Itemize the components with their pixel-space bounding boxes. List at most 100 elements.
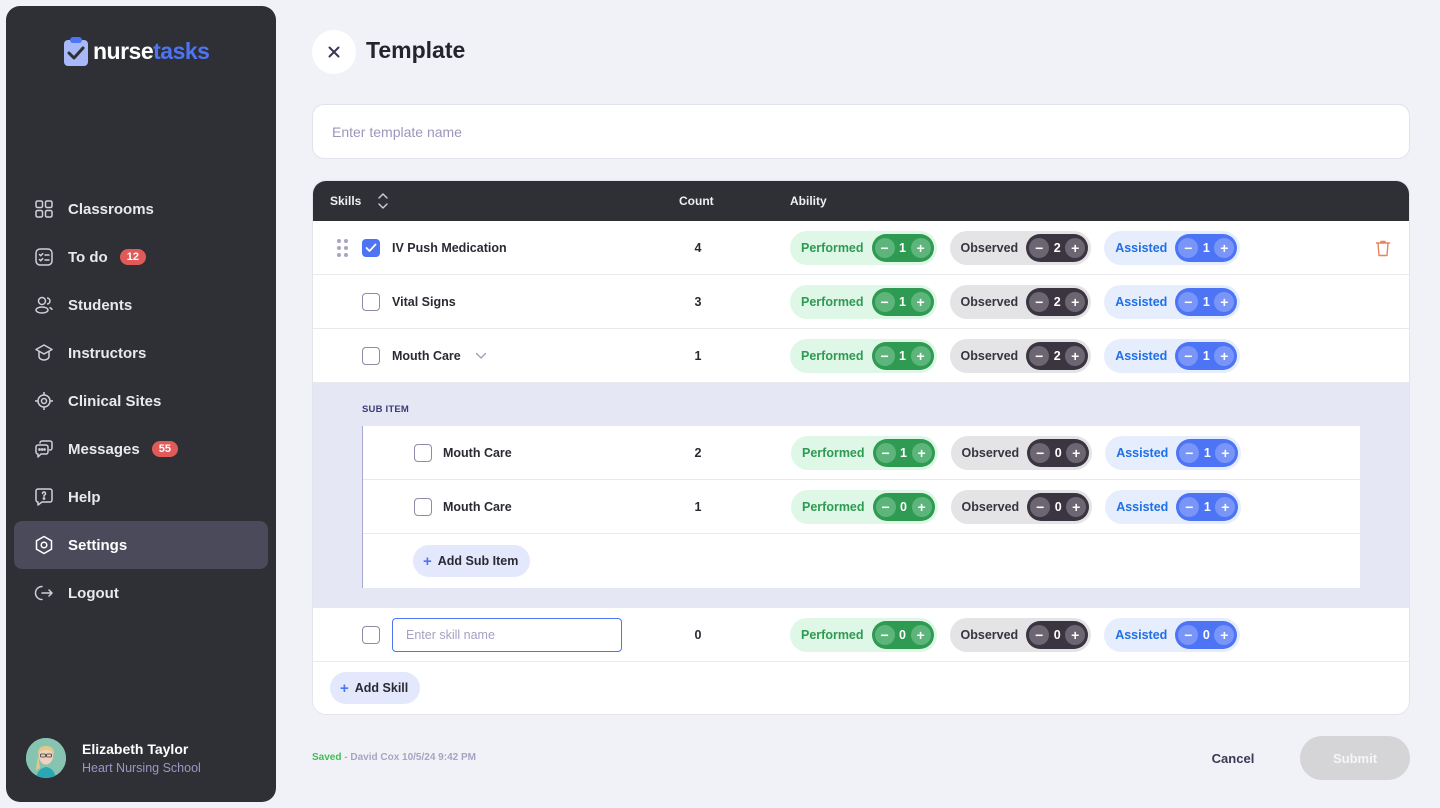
performed-value: 1	[899, 294, 906, 309]
clipboard-check-icon	[64, 36, 88, 66]
decrement-button[interactable]: −	[1029, 291, 1050, 312]
assisted-value: 1	[1203, 499, 1211, 514]
sort-icon[interactable]	[377, 192, 389, 210]
increment-button[interactable]: +	[1065, 345, 1086, 366]
decrement-button[interactable]: −	[1179, 496, 1200, 517]
observed-value: 2	[1053, 294, 1061, 309]
increment-button[interactable]: +	[1214, 291, 1235, 312]
add-sub-item-button[interactable]: + Add Sub Item	[413, 545, 531, 577]
close-button[interactable]	[312, 30, 356, 74]
assisted-label: Assisted	[1115, 348, 1168, 363]
skills-column-header[interactable]: Skills	[330, 192, 389, 210]
todo-count-badge: 12	[119, 249, 146, 265]
skill-name: IV Push Medication	[392, 240, 507, 255]
performed-stepper: − 0 +	[871, 620, 934, 649]
sidebar-item-todo[interactable]: To do 12	[14, 233, 268, 281]
performed-label: Performed	[802, 499, 865, 514]
decrement-button[interactable]: −	[1179, 442, 1200, 463]
decrement-button[interactable]: −	[1178, 624, 1199, 645]
sub-item-row: Mouth Care 2 Performed − 1 + Observed − …	[363, 426, 1360, 480]
drag-handle-icon[interactable]	[337, 238, 348, 257]
add-skill-button[interactable]: + Add Skill	[330, 672, 421, 704]
increment-button[interactable]: +	[1065, 237, 1086, 258]
decrement-button[interactable]: −	[1029, 237, 1050, 258]
row-checkbox[interactable]	[414, 497, 432, 516]
increment-button[interactable]: +	[1215, 496, 1236, 517]
ability-group: Performed − 1 + Observed − 0 + Assisted …	[791, 435, 1242, 470]
ability-group: Performed − 0 + Observed − 0 + Assisted …	[791, 489, 1242, 524]
row-checkbox[interactable]	[362, 292, 380, 311]
decrement-button[interactable]: −	[874, 237, 895, 258]
sidebar-item-clinical-sites[interactable]: Clinical Sites	[14, 377, 268, 425]
increment-button[interactable]: +	[911, 442, 932, 463]
table-row: Mouth Care 1 Performed − 1 + Observed − …	[313, 329, 1409, 383]
decrement-button[interactable]: −	[875, 442, 896, 463]
performed-label: Performed	[801, 240, 864, 255]
logo[interactable]: nursetasks	[64, 36, 210, 66]
increment-button[interactable]: +	[1214, 345, 1235, 366]
table-row: IV Push Medication 4 Performed − 1 + Obs…	[313, 221, 1409, 275]
sidebar-item-classrooms[interactable]: Classrooms	[14, 185, 268, 233]
user-profile[interactable]: Elizabeth Taylor Heart Nursing School	[26, 738, 201, 778]
decrement-button[interactable]: −	[875, 496, 896, 517]
row-checkbox[interactable]	[362, 346, 380, 365]
performed-pill: Performed − 1 +	[791, 435, 938, 470]
chevron-down-icon[interactable]	[475, 352, 487, 360]
row-checkbox[interactable]	[414, 443, 432, 462]
increment-button[interactable]: +	[1065, 291, 1086, 312]
increment-button[interactable]: +	[1214, 237, 1235, 258]
user-school: Heart Nursing School	[82, 761, 201, 775]
increment-button[interactable]: +	[910, 291, 931, 312]
increment-button[interactable]: +	[1215, 442, 1236, 463]
decrement-button[interactable]: −	[874, 345, 895, 366]
cancel-button[interactable]: Cancel	[1200, 742, 1266, 774]
decrement-button[interactable]: −	[1029, 624, 1050, 645]
performed-stepper: − 1 +	[871, 233, 934, 262]
decrement-button[interactable]: −	[1030, 496, 1051, 517]
row-checkbox[interactable]	[362, 625, 380, 644]
performed-pill: Performed − 0 +	[790, 617, 937, 652]
decrement-button[interactable]: −	[1178, 291, 1199, 312]
saved-label: Saved	[312, 752, 342, 763]
add-skill-wrap: + Add Skill	[330, 672, 421, 704]
increment-button[interactable]: +	[1066, 442, 1087, 463]
decrement-button[interactable]: −	[1178, 237, 1199, 258]
skill-name: Vital Signs	[392, 294, 456, 309]
increment-button[interactable]: +	[1065, 624, 1086, 645]
sidebar-item-help[interactable]: Help	[14, 473, 268, 521]
increment-button[interactable]: +	[910, 345, 931, 366]
observed-label: Observed	[960, 294, 1019, 309]
trash-icon[interactable]	[1375, 239, 1391, 257]
submit-button[interactable]: Submit	[1300, 736, 1410, 780]
performed-value: 1	[900, 445, 907, 460]
sidebar-item-students[interactable]: Students	[14, 281, 268, 329]
skill-count: 3	[694, 294, 702, 309]
plus-icon: +	[340, 679, 349, 697]
observed-label: Observed	[961, 445, 1020, 460]
increment-button[interactable]: +	[910, 237, 931, 258]
row-checkbox[interactable]	[362, 238, 380, 257]
decrement-button[interactable]: −	[1030, 442, 1051, 463]
decrement-button[interactable]: −	[1178, 345, 1199, 366]
assisted-value: 1	[1203, 445, 1211, 460]
decrement-button[interactable]: −	[1029, 345, 1050, 366]
template-name-input[interactable]	[312, 104, 1410, 159]
sidebar-item-instructors[interactable]: Instructors	[14, 329, 268, 377]
observed-stepper: − 0 +	[1026, 620, 1089, 649]
sidebar: nursetasks Classrooms To do 12 Students	[6, 6, 276, 802]
brand-name-part2: tasks	[153, 37, 210, 64]
sidebar-item-messages[interactable]: Messages 55	[14, 425, 268, 473]
increment-button[interactable]: +	[911, 496, 932, 517]
observed-pill: Observed − 0 +	[950, 489, 1093, 524]
increment-button[interactable]: +	[910, 624, 931, 645]
skill-name-input[interactable]	[392, 617, 622, 652]
decrement-button[interactable]: −	[874, 624, 895, 645]
sidebar-item-label: Settings	[68, 536, 128, 554]
grid-icon	[34, 199, 54, 219]
increment-button[interactable]: +	[1214, 624, 1235, 645]
sidebar-item-settings[interactable]: Settings	[14, 521, 268, 569]
decrement-button[interactable]: −	[874, 291, 895, 312]
increment-button[interactable]: +	[1066, 496, 1087, 517]
assisted-stepper: − 0 +	[1175, 620, 1238, 649]
sidebar-item-logout[interactable]: Logout	[14, 569, 268, 617]
